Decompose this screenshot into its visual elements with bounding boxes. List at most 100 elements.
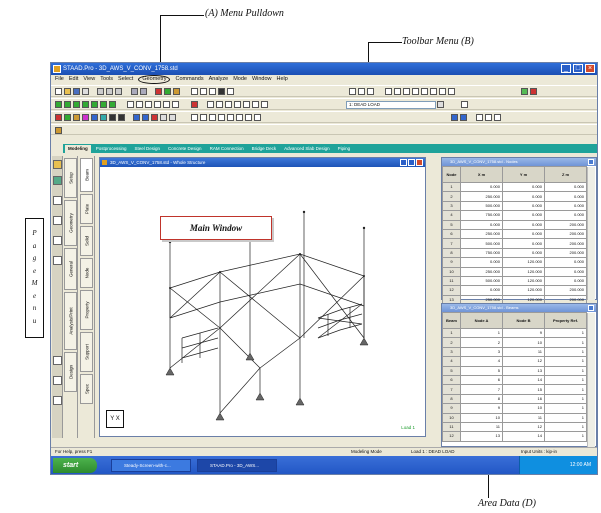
nodes-table-row-cell[interactable]: 0.000 [544,275,587,287]
nodes-table-row-header-cell[interactable]: 10 [442,266,461,277]
nodes-table-row-cell[interactable]: 500.000 [460,200,503,212]
beams-table-row-header-cell[interactable]: 10 [442,412,461,423]
nodes-table-row-cell[interactable]: 250.000 [460,228,503,240]
nodes-table-row[interactable]: 5 0.000 0.000 200.000 [442,219,587,230]
nodes-table-row-cell[interactable]: 0.000 [460,181,503,193]
copy-icon[interactable] [106,88,113,95]
minimize-button[interactable]: _ [561,64,571,73]
nodes-table-row-cell[interactable]: 200.000 [544,238,587,249]
zoom-previous-icon[interactable] [243,101,250,108]
stress-icon[interactable] [209,114,216,121]
beams-table-row-cell[interactable]: 1 [544,421,587,433]
front-view-icon[interactable] [55,101,62,108]
menu-window[interactable]: Window [252,75,272,84]
main-window-close[interactable] [416,159,423,166]
nodes-table-row-cell[interactable]: 0.000 [502,219,545,230]
beams-table-row-cell[interactable]: 1 [544,403,587,414]
nodes-table-row-cell[interactable]: 0.000 [502,200,545,212]
vtab-solid[interactable]: Solid [80,226,93,256]
beams-table-row-cell[interactable]: 1 [460,327,503,339]
zoom-window-icon[interactable] [207,101,214,108]
beams-table-row-header-cell[interactable]: 9 [442,403,461,414]
zoom-all-icon[interactable] [234,101,241,108]
nodes-table-row-cell[interactable]: 120.000 [502,257,545,268]
beams-table-row-cell[interactable]: 4 [460,356,503,367]
page-geometry-icon[interactable] [53,196,62,205]
beams-table-row[interactable]: 7 7 15 1 [442,384,587,395]
menu-view[interactable]: View [83,75,95,84]
nodes-table-row-cell[interactable]: 750.000 [460,247,503,259]
nodes-col-node[interactable]: Node [442,166,461,183]
split-icon[interactable] [439,88,446,95]
nodes-table-row[interactable]: 11 500.000 120.000 0.000 [442,275,587,287]
save-icon[interactable] [73,88,80,95]
nodes-table-row-cell[interactable]: 0.000 [502,228,545,240]
solid-cursor-icon[interactable] [91,114,98,121]
menu-select[interactable]: Select [118,75,133,84]
page-property-icon[interactable] [53,216,62,225]
node-cursor-icon[interactable] [358,88,365,95]
nodes-table-row[interactable]: 2 250.000 0.000 0.000 [442,191,587,202]
load-case-combo[interactable]: 1: DEAD LOAD [346,101,436,109]
tab-modeling[interactable]: Modeling [65,145,91,153]
nodes-table-row-header-cell[interactable]: 9 [442,257,461,268]
beams-table-row-cell[interactable]: 11 [460,421,503,433]
menu-analyze[interactable]: Analyze [209,75,229,84]
beams-table-row-cell[interactable]: 1 [544,384,587,395]
main-window-minimize[interactable] [400,159,407,166]
nodes-table[interactable]: Node X m Y m Z m 1 0.000 0.000 0.000 2 250.00… [442,166,587,315]
beams-table-row-cell[interactable]: 10 [502,337,545,348]
nodes-col-y[interactable]: Y m [502,166,545,183]
labels-icon[interactable] [191,101,198,108]
nodes-table-row[interactable]: 3 500.000 0.000 0.000 [442,200,587,212]
nodes-table-row[interactable]: 9 0.000 120.000 0.000 [442,257,587,268]
beams-col-beam[interactable]: Beam [442,312,461,329]
tab-postprocessing[interactable]: Postprocessing [92,145,130,153]
vtab-node[interactable]: Node [80,258,93,288]
nodes-table-row-header-cell[interactable]: 6 [442,228,461,240]
beams-col-node-b[interactable]: Node B [502,312,545,329]
beams-table-row-cell[interactable]: 1 [544,431,587,442]
beams-table-row-cell[interactable]: 12 [502,356,545,367]
nodes-table-scrollbar[interactable] [587,167,595,300]
vtab-spec[interactable]: Spec [80,374,93,404]
vtab-design[interactable]: Design [64,352,77,392]
beams-table-row-cell[interactable]: 9 [460,403,503,414]
parallel-select-icon[interactable] [109,114,116,121]
paste-icon[interactable] [115,88,122,95]
dynamic-zoom-icon[interactable] [209,88,216,95]
nodes-table-row-header-cell[interactable]: 4 [442,210,461,221]
main-structure-window[interactable]: 3D_AWS_V_CONV_1758.std - Whole Structure [99,157,426,437]
vtab-setup[interactable]: Setup [64,158,77,198]
page-support-icon[interactable] [53,236,62,245]
nodes-table-row-cell[interactable]: 250.000 [460,266,503,277]
nodes-table-row-cell[interactable]: 200.000 [544,247,587,259]
beams-table-row[interactable]: 2 2 10 1 [442,337,587,348]
circular-repeat-icon[interactable] [421,88,428,95]
beams-table-row-cell[interactable]: 13 [460,431,503,442]
beams-table-close-icon[interactable] [588,305,594,311]
nodes-table-row[interactable]: 1 0.000 0.000 0.000 [442,181,587,193]
property-icon[interactable] [254,114,261,121]
bottom-view-icon[interactable] [100,101,107,108]
beam-cursor-icon[interactable] [55,114,62,121]
rotate-down-icon[interactable] [136,101,143,108]
spin-right-icon[interactable] [172,101,179,108]
beams-table-row-cell[interactable]: 8 [460,393,503,405]
combo-dropdown-icon[interactable] [437,101,444,108]
graphs-icon[interactable] [164,88,171,95]
beams-table-row-cell[interactable]: 14 [502,374,545,386]
tab-bridge-deck[interactable]: Bridge Deck [248,145,280,153]
new-file-icon[interactable] [55,88,62,95]
beams-table-row[interactable]: 5 5 13 1 [442,365,587,376]
beams-table-row-header-cell[interactable]: 12 [442,431,461,442]
vtab-beam[interactable]: Beam [80,158,93,192]
add-solid-icon[interactable] [403,88,410,95]
page-job-icon[interactable] [53,176,62,185]
back-view-icon[interactable] [64,101,71,108]
beams-table-row-cell[interactable]: 14 [502,431,545,442]
run-analysis-icon[interactable] [521,88,528,95]
start-button[interactable]: start [53,458,97,473]
nodes-col-z[interactable]: Z m [544,166,587,183]
beams-table-row-cell[interactable]: 5 [460,365,503,376]
